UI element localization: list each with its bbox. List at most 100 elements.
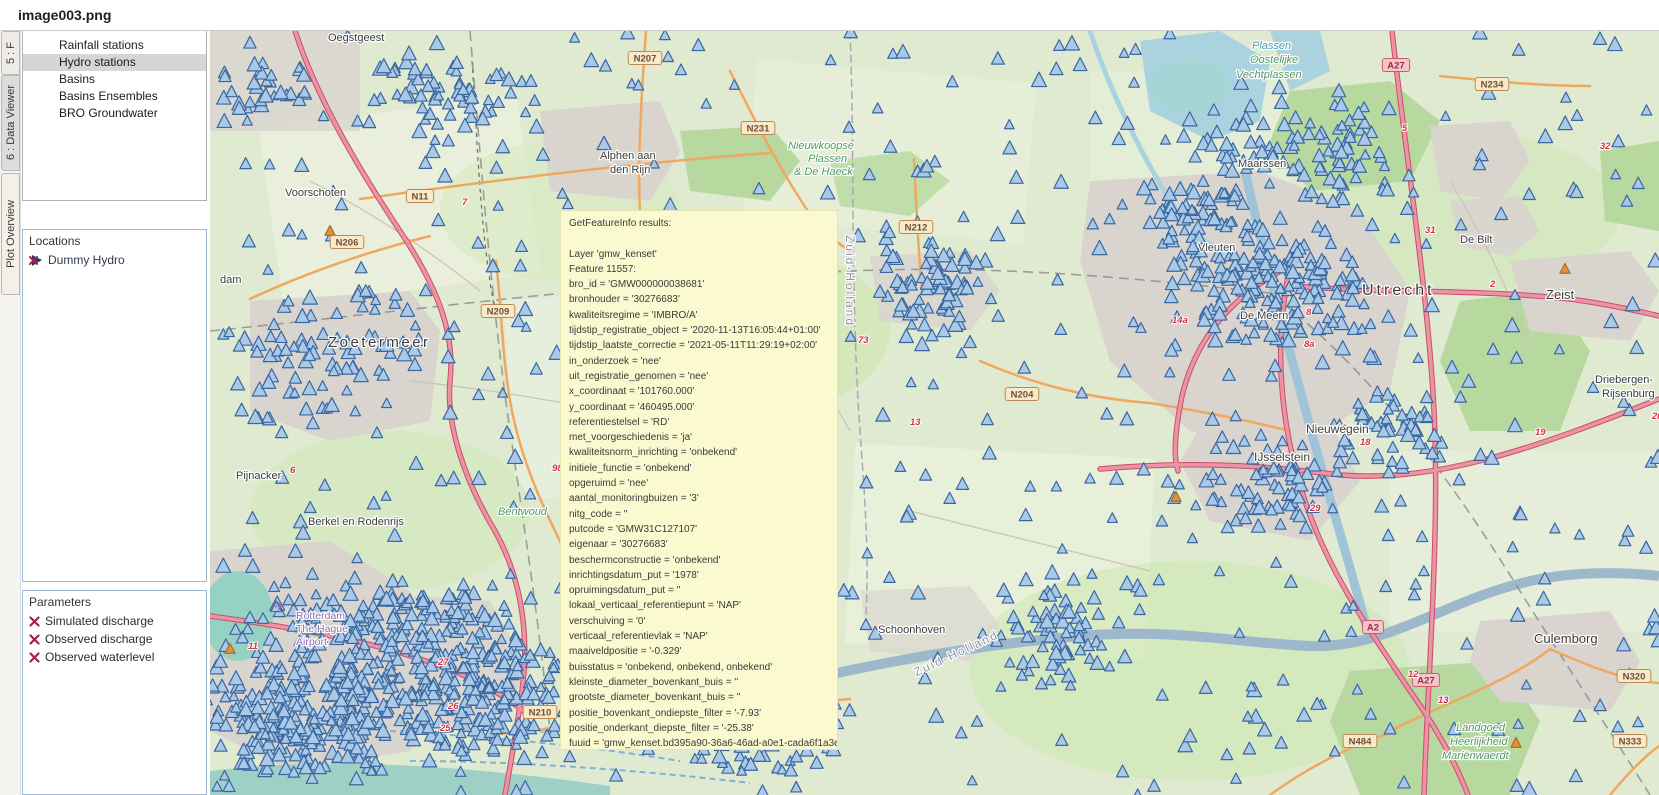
x-icon xyxy=(29,652,40,663)
svg-text:Pijnacker: Pijnacker xyxy=(236,470,282,482)
svg-text:The Hague: The Hague xyxy=(296,623,348,635)
tooltip-line: bro_id = 'GMW000000038681' xyxy=(569,277,837,292)
svg-text:Heerlijkheid: Heerlijkheid xyxy=(1450,736,1508,748)
svg-text:Rotterdam: Rotterdam xyxy=(296,610,345,622)
tooltip-line: Feature 11557: xyxy=(569,262,837,277)
svg-text:12: 12 xyxy=(1408,669,1419,680)
svg-text:20: 20 xyxy=(1651,411,1659,422)
svg-text:Plassen: Plassen xyxy=(808,153,847,165)
tab-5-f[interactable]: 5 : F xyxy=(1,31,20,75)
svg-text:N234: N234 xyxy=(1481,80,1504,91)
svg-text:IJsselstein: IJsselstein xyxy=(1254,450,1310,464)
tooltip-line: fuuid = 'gmw_kenset.bd395a90-36a6-46ad-a… xyxy=(569,736,837,750)
tab-plot-overview[interactable]: Plot Overview xyxy=(1,173,20,295)
tooltip-line: GetFeatureInfo results: xyxy=(569,216,837,231)
parameters-panel: Parameters Simulated dischargeObserved d… xyxy=(22,590,207,795)
tooltip-line: y_coordinaat = '460495.000' xyxy=(569,400,837,415)
tooltip-line: referentiestelsel = 'RD' xyxy=(569,415,837,430)
parameter-item[interactable]: Simulated discharge xyxy=(23,612,206,630)
layer-item[interactable]: Rainfall stations xyxy=(23,37,206,54)
svg-text:Oostelijke: Oostelijke xyxy=(1250,54,1298,66)
tooltip-line: kwaliteitsregime = 'IMBRO/A' xyxy=(569,308,837,323)
svg-text:N207: N207 xyxy=(634,54,657,65)
x-icon xyxy=(29,616,40,627)
svg-text:A2: A2 xyxy=(1367,623,1379,634)
tooltip-line: verschuiving = '0' xyxy=(569,614,837,629)
svg-text:N212: N212 xyxy=(905,223,928,234)
svg-text:N484: N484 xyxy=(1349,737,1372,748)
svg-text:Plassen: Plassen xyxy=(1252,40,1291,52)
svg-text:Vleuten: Vleuten xyxy=(1198,242,1235,254)
svg-text:Zuid-Holland: Zuid-Holland xyxy=(843,235,857,327)
tooltip-line: verticaal_referentievlak = 'NAP' xyxy=(569,629,837,644)
tab-label: 5 : F xyxy=(5,42,17,64)
map-canvas[interactable]: N207N231N11N206N209N212N204N210N320N484N… xyxy=(210,31,1659,795)
layer-item[interactable]: Hydro stations xyxy=(23,54,206,71)
svg-text:73: 73 xyxy=(858,335,869,346)
tab-label: 6 : Data Viewer xyxy=(5,85,17,160)
vertical-tab-strip: 5 : F 6 : Data Viewer Plot Overview xyxy=(0,31,21,795)
tooltip-line: aantal_monitoringbuizen = '3' xyxy=(569,491,837,506)
svg-text:A27: A27 xyxy=(1417,676,1434,687)
svg-text:A27: A27 xyxy=(1387,61,1404,72)
tooltip-line: opruimingsdatum_put = '' xyxy=(569,583,837,598)
parameter-label: Observed waterlevel xyxy=(45,650,154,664)
tooltip-line: x_coordinaat = '101760.000' xyxy=(569,384,837,399)
tooltip-line: eigenaar = '30276683' xyxy=(569,537,837,552)
svg-text:Bentwoud: Bentwoud xyxy=(498,506,548,518)
layer-item[interactable]: Basins xyxy=(23,71,206,88)
svg-text:11: 11 xyxy=(248,641,258,652)
location-item[interactable]: Dummy Hydro xyxy=(23,251,206,269)
svg-text:Mariënwaerdt: Mariënwaerdt xyxy=(1442,750,1510,762)
svg-text:6: 6 xyxy=(290,465,296,476)
parameter-label: Simulated discharge xyxy=(45,614,154,628)
svg-text:Nieuwegein: Nieuwegein xyxy=(1306,422,1369,436)
svg-text:Alphen aan: Alphen aan xyxy=(600,150,656,162)
tooltip-line: maaiveldpositie = '-0.329' xyxy=(569,644,837,659)
layer-item[interactable]: BRO Groundwater xyxy=(23,105,206,122)
svg-text:Culemborg: Culemborg xyxy=(1534,631,1598,646)
window-title: image003.png xyxy=(18,7,111,23)
svg-text:27: 27 xyxy=(437,657,449,668)
svg-text:26: 26 xyxy=(447,701,459,712)
tooltip-line: kleinste_diameter_bovenkant_buis = '' xyxy=(569,675,837,690)
svg-text:N206: N206 xyxy=(336,238,359,249)
tooltip-line: bronhouder = '30276683' xyxy=(569,292,837,307)
svg-text:Oegstgeest: Oegstgeest xyxy=(328,32,384,44)
svg-text:Berkel en Rodenrijs: Berkel en Rodenrijs xyxy=(308,516,404,528)
svg-text:Vechtplassen: Vechtplassen xyxy=(1236,69,1302,81)
tooltip-line: inrichtingsdatum_put = '1978' xyxy=(569,568,837,583)
svg-text:Zoetermeer: Zoetermeer xyxy=(328,334,431,351)
layer-item[interactable]: Basins Ensembles xyxy=(23,88,206,105)
svg-text:Airport: Airport xyxy=(296,636,327,648)
svg-text:2: 2 xyxy=(1489,279,1496,290)
parameter-item[interactable]: Observed waterlevel xyxy=(23,648,206,666)
svg-text:Schoonhoven: Schoonhoven xyxy=(878,624,945,636)
svg-text:N209: N209 xyxy=(487,307,510,318)
svg-text:N231: N231 xyxy=(747,124,770,135)
tooltip-line: positie_onderkant_diepste_filter = '-25.… xyxy=(569,721,837,736)
tab-data-viewer[interactable]: 6 : Data Viewer xyxy=(1,75,20,171)
location-flag-icon xyxy=(29,254,43,267)
tooltip-line: putcode = 'GMW31C127107' xyxy=(569,522,837,537)
svg-text:N320: N320 xyxy=(1623,672,1646,683)
tooltip-line: beschermconstructie = 'onbekend' xyxy=(569,553,837,568)
locations-panel: Locations Dummy Hydro xyxy=(22,229,207,582)
map-viewport[interactable]: N207N231N11N206N209N212N204N210N320N484N… xyxy=(210,31,1659,795)
layer-list-panel: Rainfall stationsHydro stationsBasinsBas… xyxy=(22,31,207,201)
svg-text:25: 25 xyxy=(439,723,451,734)
tooltip-line: tijdstip_registratie_object = '2020-11-1… xyxy=(569,323,837,338)
svg-text:Driebergen-: Driebergen- xyxy=(1595,374,1653,386)
tooltip-line: Layer 'gmw_kenset' xyxy=(569,247,837,262)
tooltip-line: buisstatus = 'onbekend, onbekend, onbeke… xyxy=(569,660,837,675)
svg-text:N210: N210 xyxy=(529,708,552,719)
svg-text:Landgoed: Landgoed xyxy=(1456,722,1506,734)
tooltip-line: nitg_code = '' xyxy=(569,507,837,522)
svg-text:31: 31 xyxy=(1425,225,1436,236)
svg-text:dam: dam xyxy=(220,274,241,286)
svg-text:18: 18 xyxy=(1360,437,1371,448)
svg-text:13: 13 xyxy=(910,417,921,428)
svg-text:N333: N333 xyxy=(1619,737,1642,748)
parameter-item[interactable]: Observed discharge xyxy=(23,630,206,648)
tooltip-line: met_voorgeschiedenis = 'ja' xyxy=(569,430,837,445)
